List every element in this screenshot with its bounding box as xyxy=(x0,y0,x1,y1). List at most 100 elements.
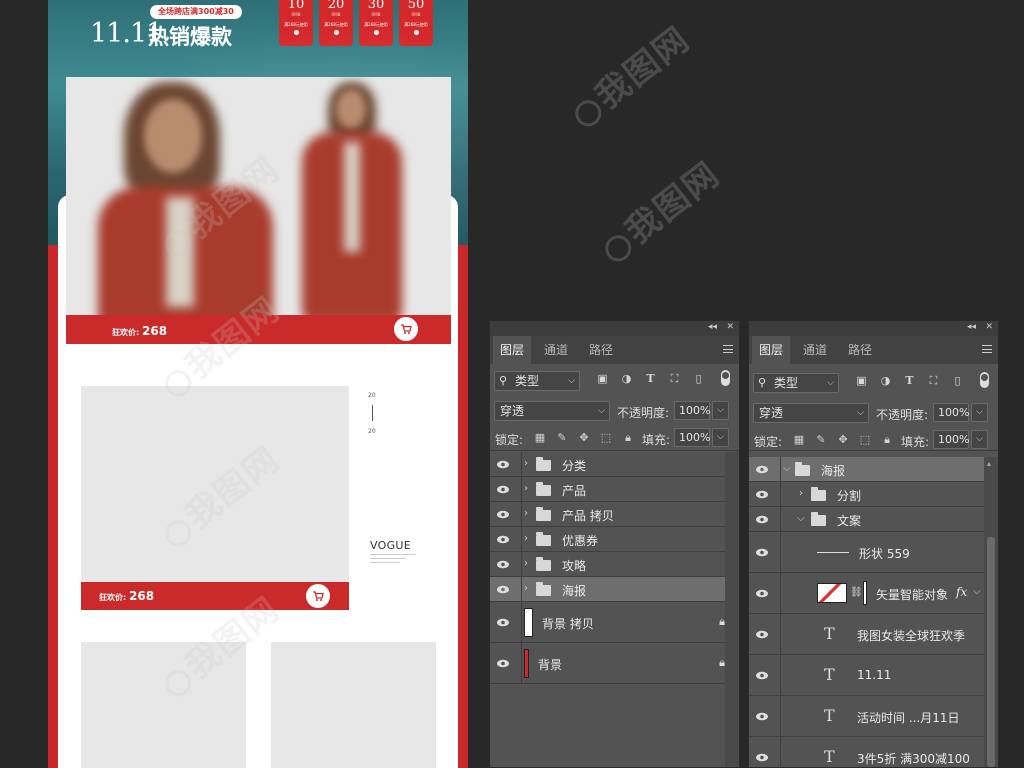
document-canvas[interactable]: 全场跨店满300减30 11.11 热销爆款 10 RMB 满268元使用 20… xyxy=(48,0,468,768)
eye-icon[interactable] xyxy=(755,548,773,558)
shape-filter-icon[interactable]: ⛶ xyxy=(668,372,681,385)
chevron-down-icon[interactable]: ⌵ xyxy=(797,513,805,524)
fill-dropdown[interactable]: ⌵ xyxy=(971,430,988,449)
lock-image-icon[interactable]: ✎ xyxy=(556,432,568,444)
panel-titlebar[interactable]: ◂◂ ✕ xyxy=(490,321,739,336)
layer-row[interactable]: › 优惠券 xyxy=(490,527,739,552)
opacity-input[interactable]: 100% xyxy=(674,401,710,420)
smart-object-filter-icon[interactable]: ▯ xyxy=(692,372,705,385)
cart-button[interactable] xyxy=(306,584,330,608)
opacity-dropdown[interactable]: ⌵ xyxy=(712,401,729,420)
filter-kind-select[interactable]: ⚲ 类型 ⌵ xyxy=(753,373,839,393)
fx-icon[interactable]: fx xyxy=(956,585,967,599)
lock-artboard-icon[interactable]: ⬚ xyxy=(600,432,612,444)
cart-button[interactable] xyxy=(394,317,418,341)
layer-row-selected[interactable]: ⌵ 海报 xyxy=(749,457,984,482)
layer-row[interactable]: 背景 拷贝 🔒︎ xyxy=(490,602,739,643)
eye-icon[interactable] xyxy=(755,589,773,599)
chevron-right-icon[interactable]: › xyxy=(524,508,528,519)
layer-row[interactable]: 背景 🔒︎ xyxy=(490,643,739,684)
type-filter-icon[interactable]: T xyxy=(644,372,657,385)
tab-layers[interactable]: 图层 xyxy=(752,336,791,364)
eye-icon[interactable] xyxy=(496,618,514,628)
chevron-right-icon[interactable]: › xyxy=(524,533,528,544)
layer-row[interactable]: › 产品 xyxy=(490,477,739,502)
close-icon[interactable]: ✕ xyxy=(726,322,734,332)
layer-row[interactable]: T 3件5折 满300减100 xyxy=(749,737,984,768)
panel-titlebar[interactable]: ◂◂ ✕ xyxy=(749,321,998,336)
layer-row[interactable]: T 活动时间 ...月11日 xyxy=(749,696,984,737)
layer-row[interactable]: 形状 559 xyxy=(749,532,984,573)
eye-icon[interactable] xyxy=(496,585,514,595)
pixel-filter-icon[interactable]: ▣ xyxy=(596,372,609,385)
eye-icon[interactable] xyxy=(755,671,773,681)
layer-row[interactable]: T 11.11 xyxy=(749,655,984,696)
blend-mode-select[interactable]: 穿透 ⌵ xyxy=(753,403,869,423)
scroll-thumb[interactable] xyxy=(987,537,995,767)
lock-image-icon[interactable]: ✎ xyxy=(815,434,827,446)
eye-icon[interactable] xyxy=(755,630,773,640)
layers-scrollbar[interactable] xyxy=(725,452,739,767)
adjustment-filter-icon[interactable]: ◑ xyxy=(620,372,633,385)
chevron-down-icon[interactable]: ⌵ xyxy=(973,586,981,597)
eye-icon[interactable] xyxy=(755,490,773,500)
tab-paths[interactable]: 路径 xyxy=(841,336,879,364)
lock-transparent-icon[interactable]: ▦ xyxy=(793,434,805,446)
eye-icon[interactable] xyxy=(496,460,514,470)
scroll-up-icon[interactable]: ▴ xyxy=(987,459,991,468)
lock-position-icon[interactable]: ✥ xyxy=(578,432,590,444)
collapse-icon[interactable]: ◂◂ xyxy=(967,322,976,332)
pixel-filter-icon[interactable]: ▣ xyxy=(855,374,868,387)
shape-filter-icon[interactable]: ⛶ xyxy=(927,374,940,387)
eye-icon[interactable] xyxy=(755,465,773,475)
panel-menu-icon[interactable] xyxy=(723,345,733,353)
layer-row[interactable]: › 产品 拷贝 xyxy=(490,502,739,527)
layer-row[interactable]: ⛓ 矢量智能对象 fx ⌵ xyxy=(749,573,984,614)
eye-icon[interactable] xyxy=(755,753,773,763)
eye-icon[interactable] xyxy=(496,560,514,570)
opacity-input[interactable]: 100% xyxy=(933,403,969,422)
filter-toggle[interactable] xyxy=(980,372,989,388)
opacity-dropdown[interactable]: ⌵ xyxy=(971,403,988,422)
panel-menu-icon[interactable] xyxy=(982,345,992,353)
layer-row[interactable]: T 我图女装全球狂欢季 xyxy=(749,614,984,655)
chevron-right-icon[interactable]: › xyxy=(524,458,528,469)
adjustment-filter-icon[interactable]: ◑ xyxy=(879,374,892,387)
layers-scrollbar[interactable]: ▴ xyxy=(984,457,998,767)
link-icon[interactable]: ⛓ xyxy=(850,587,863,598)
tab-layers[interactable]: 图层 xyxy=(493,336,532,364)
close-icon[interactable]: ✕ xyxy=(985,322,993,332)
eye-icon[interactable] xyxy=(496,485,514,495)
layer-row[interactable]: › 攻略 xyxy=(490,552,739,577)
smart-object-filter-icon[interactable]: ▯ xyxy=(951,374,964,387)
lock-artboard-icon[interactable]: ⬚ xyxy=(859,434,871,446)
lock-transparent-icon[interactable]: ▦ xyxy=(534,432,546,444)
fill-dropdown[interactable]: ⌵ xyxy=(712,428,729,447)
layer-row[interactable]: › 分类 xyxy=(490,452,739,477)
chevron-right-icon[interactable]: › xyxy=(524,583,528,594)
blend-mode-select[interactable]: 穿透 ⌵ xyxy=(494,401,610,421)
layer-row[interactable]: ⌵ 文案 xyxy=(749,507,984,532)
tab-paths[interactable]: 路径 xyxy=(582,336,620,364)
fill-input[interactable]: 100% xyxy=(674,428,710,447)
layer-row-selected[interactable]: › 海报 xyxy=(490,577,739,602)
eye-icon[interactable] xyxy=(755,712,773,722)
filter-kind-select[interactable]: ⚲ 类型 ⌵ xyxy=(494,371,580,391)
eye-icon[interactable] xyxy=(496,510,514,520)
chevron-down-icon[interactable]: ⌵ xyxy=(783,463,791,474)
tab-channels[interactable]: 通道 xyxy=(537,336,575,364)
layer-row[interactable]: › 分割 xyxy=(749,482,984,507)
chevron-right-icon[interactable]: › xyxy=(524,558,528,569)
lock-all-icon[interactable]: 🔒︎ xyxy=(622,432,634,444)
eye-icon[interactable] xyxy=(496,535,514,545)
fill-input[interactable]: 100% xyxy=(933,430,969,449)
lock-all-icon[interactable]: 🔒︎ xyxy=(881,434,893,446)
chevron-right-icon[interactable]: › xyxy=(799,488,803,499)
eye-icon[interactable] xyxy=(755,515,773,525)
tab-channels[interactable]: 通道 xyxy=(796,336,834,364)
type-filter-icon[interactable]: T xyxy=(903,374,916,387)
chevron-right-icon[interactable]: › xyxy=(524,483,528,494)
collapse-icon[interactable]: ◂◂ xyxy=(708,322,717,332)
lock-position-icon[interactable]: ✥ xyxy=(837,434,849,446)
eye-icon[interactable] xyxy=(496,659,514,669)
